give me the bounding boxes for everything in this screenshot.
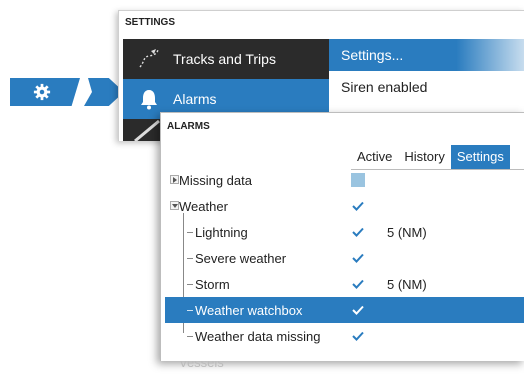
submenu-item-siren-enabled[interactable]: Siren enabled (329, 71, 524, 103)
alarm-label: Missing data (179, 173, 252, 188)
checkmark-icon (352, 201, 364, 211)
submenu-item-settings[interactable]: Settings... (329, 39, 524, 71)
alarm-row-weather[interactable]: Weather (165, 193, 524, 219)
alarm-checkbox[interactable] (351, 277, 365, 291)
alarm-label: Lightning (195, 225, 248, 240)
alarm-checkbox[interactable] (351, 225, 365, 239)
tab-active[interactable]: Active (351, 145, 398, 169)
alarm-checkbox[interactable] (351, 329, 365, 343)
collapse-icon[interactable] (170, 201, 179, 210)
alarms-title: ALARMS (167, 121, 210, 132)
alarm-label: Severe weather (195, 251, 287, 266)
tab-settings[interactable]: Settings (450, 145, 510, 169)
tree-branch (187, 232, 193, 233)
checkmark-icon (352, 227, 364, 237)
alarm-row-weather-watchbox[interactable]: Weather watchbox (165, 297, 524, 323)
bell-icon (137, 87, 161, 114)
alarm-row-lightning[interactable]: Lightning 5 (NM) (165, 219, 524, 245)
menu-item-tracks-and-trips[interactable]: Tracks and Trips (123, 39, 329, 79)
gear-icon (33, 83, 51, 101)
alarm-label: Weather watchbox (195, 303, 303, 318)
menu-item-label: Tracks and Trips (173, 51, 276, 67)
alarm-value[interactable]: 5 (NM) (387, 225, 427, 240)
checkmark-icon (352, 331, 364, 341)
alarm-checkbox[interactable] (351, 251, 365, 265)
submenu-item-label: Siren enabled (341, 79, 428, 95)
tree-branch (187, 258, 193, 259)
tab-history[interactable]: History (398, 145, 450, 169)
tree-branch (187, 310, 193, 311)
tree-branch (187, 284, 193, 285)
alarms-dialog: ALARMS Active History Settings Missing d… (160, 112, 524, 370)
alarm-row-missing-data[interactable]: Missing data (165, 167, 524, 193)
tracks-icon (137, 47, 161, 74)
tree-branch (187, 336, 193, 337)
checkmark-icon (352, 279, 364, 289)
menu-item-label: Alarms (173, 91, 217, 107)
ruler-icon (134, 119, 160, 141)
expand-icon[interactable] (170, 175, 179, 184)
checkmark-icon (352, 253, 364, 263)
alarm-label: Weather data missing (195, 329, 321, 344)
alarm-checkbox[interactable] (351, 199, 365, 213)
alarm-checkbox[interactable] (351, 303, 365, 317)
alarm-checkbox[interactable] (351, 173, 365, 187)
alarms-tabs: Active History Settings (351, 145, 510, 169)
checkmark-icon (352, 305, 364, 315)
settings-title: SETTINGS (125, 17, 176, 28)
submenu-item-label: Settings... (341, 47, 404, 63)
alarm-label: Weather (179, 199, 228, 214)
alarm-label: Storm (195, 277, 230, 292)
fade-overlay (161, 343, 524, 361)
settings-key (10, 78, 80, 106)
step-indicator (10, 78, 124, 106)
alarm-value[interactable]: 5 (NM) (387, 277, 427, 292)
alarm-row-storm[interactable]: Storm 5 (NM) (165, 271, 524, 297)
alarm-row-severe-weather[interactable]: Severe weather (165, 245, 524, 271)
